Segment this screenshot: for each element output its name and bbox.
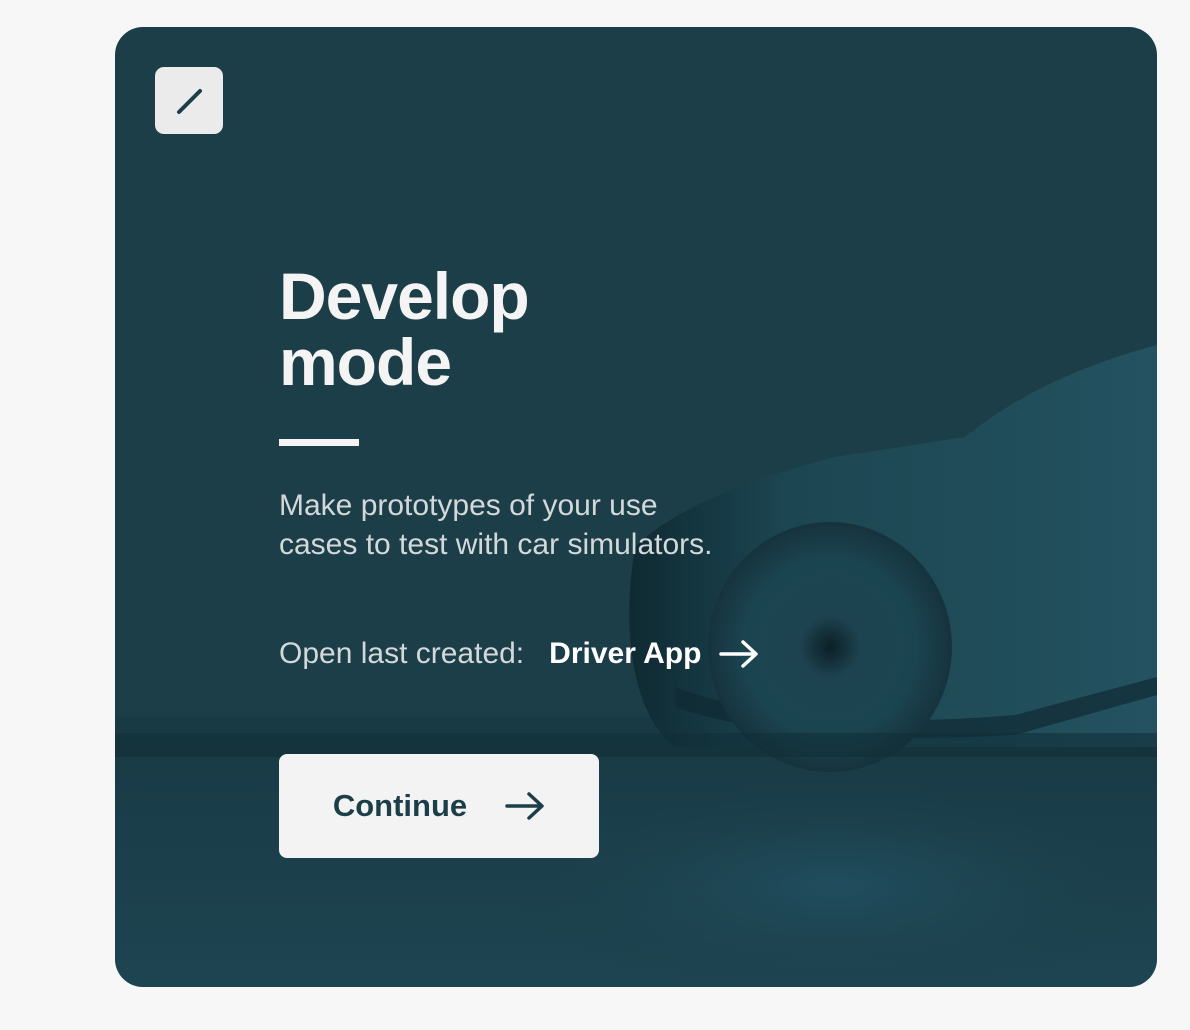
develop-mode-card: Develop mode Make prototypes of your use…	[115, 27, 1157, 987]
pencil-icon	[177, 88, 202, 114]
last-created-row: Open last created: Driver App	[279, 633, 759, 675]
continue-button[interactable]: Continue	[279, 754, 599, 858]
last-created-link[interactable]: Driver App	[549, 637, 759, 671]
title-line-1: Develop	[279, 259, 530, 333]
continue-button-label: Continue	[332, 788, 468, 823]
last-created-label: Open last created:	[279, 637, 525, 670]
edit-button[interactable]	[155, 67, 223, 134]
arrow-right-icon	[719, 639, 759, 669]
arrow-right-icon	[505, 791, 545, 821]
title-divider	[279, 439, 359, 446]
page: Develop mode Make prototypes of your use…	[0, 0, 1190, 1030]
title-line-2: mode	[279, 325, 452, 399]
last-created-name: Driver App	[549, 637, 702, 670]
description-text: Make prototypes of your use cases to tes…	[279, 489, 713, 561]
page-title: Develop mode	[279, 259, 530, 399]
